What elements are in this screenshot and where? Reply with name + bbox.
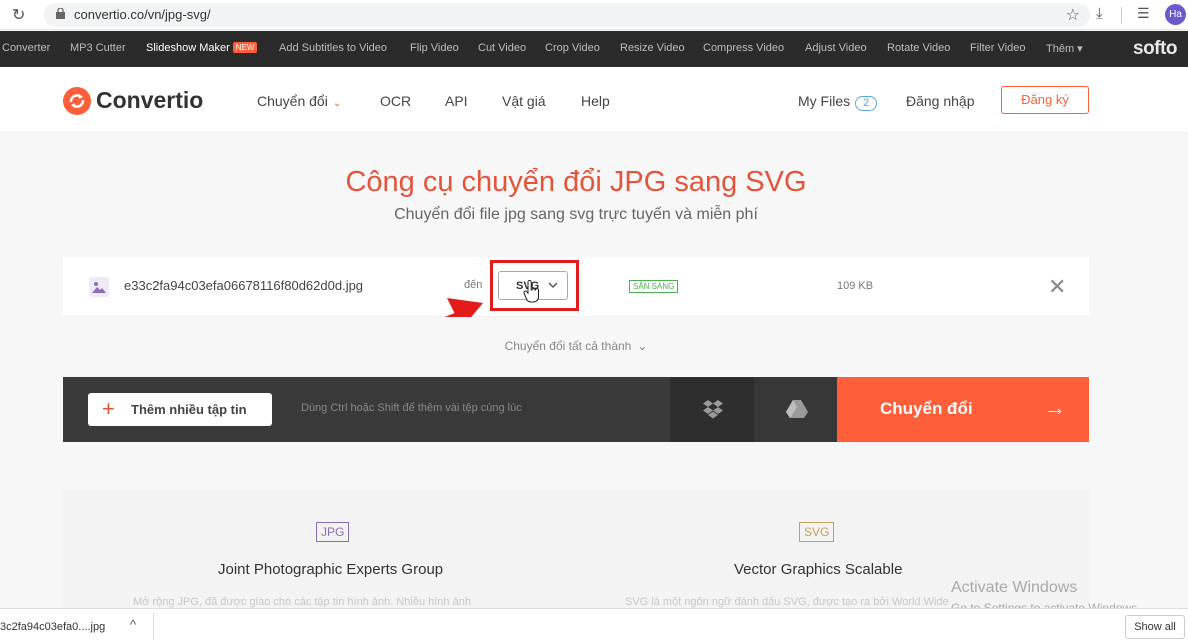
star-icon[interactable]: ☆	[1066, 5, 1080, 25]
download-bar: 3c2fa94c03efa0....jpg ^ Show all	[0, 608, 1188, 643]
softo-item-crop-video[interactable]: Crop Video	[545, 42, 600, 54]
softo-item-compress-video[interactable]: Compress Video	[703, 42, 784, 54]
softo-nav: Converter MP3 Cutter Slideshow Maker NEW …	[0, 31, 1188, 67]
softo-item-flip-video[interactable]: Flip Video	[410, 42, 459, 54]
url-text[interactable]: convertio.co/vn/jpg-svg/	[74, 7, 211, 22]
softo-logo[interactable]: softo	[1133, 38, 1177, 60]
browser-toolbar: ↻ convertio.co/vn/jpg-svg/ ☆ ⤓ ☰ Ha	[0, 0, 1188, 30]
my-files-link[interactable]: My Files 2	[798, 93, 878, 111]
softo-item-resize-video[interactable]: Resize Video	[620, 42, 685, 54]
new-badge: NEW	[232, 42, 258, 53]
softo-item-adjust-video[interactable]: Adjust Video	[805, 42, 867, 54]
download-divider	[153, 613, 154, 640]
nav-convert[interactable]: Chuyển đổi ⌄	[257, 93, 341, 109]
avatar[interactable]: Ha	[1165, 4, 1186, 25]
reload-icon[interactable]: ↻	[12, 5, 25, 25]
chevron-up-icon[interactable]: ^	[130, 617, 136, 632]
hand-cursor-icon	[523, 280, 539, 303]
lock-icon	[56, 8, 65, 19]
my-files-label: My Files	[798, 93, 851, 109]
softo-item-cut-video[interactable]: Cut Video	[478, 42, 526, 54]
nav-convert-label: Chuyển đổi	[257, 93, 328, 109]
jpg-badge: JPG	[316, 522, 350, 542]
chevron-down-icon: ⌄	[332, 98, 342, 109]
dropbox-icon	[703, 400, 723, 419]
add-files-label: Thêm nhiều tập tin	[131, 402, 247, 417]
toolbar-divider	[1121, 7, 1122, 23]
dropbox-button[interactable]	[670, 377, 754, 442]
page-title: Công cụ chuyển đổi JPG sang SVG	[345, 166, 807, 198]
nav-api[interactable]: API	[445, 93, 468, 109]
logo-text[interactable]: Convertio	[96, 87, 203, 114]
activate-windows-title: Activate Windows	[951, 579, 1078, 596]
status-badge: SẴN SÀNG	[629, 280, 679, 293]
softo-item-more[interactable]: Thêm ▾	[1046, 42, 1083, 55]
signup-button[interactable]: Đăng ký	[1001, 86, 1089, 114]
nav-help[interactable]: Help	[581, 93, 610, 109]
action-bar: + Thêm nhiều tập tin Dùng Ctrl hoặc Shif…	[63, 377, 1089, 442]
add-files-button[interactable]: + Thêm nhiều tập tin	[88, 393, 272, 426]
softo-item-filter-video[interactable]: Filter Video	[970, 42, 1025, 54]
page-subtitle: Chuyển đổi file jpg sang svg trực tuyến …	[394, 206, 758, 223]
download-item[interactable]: 3c2fa94c03efa0....jpg	[0, 621, 105, 633]
softo-item-slideshow-maker[interactable]: Slideshow Maker NEW	[146, 42, 258, 54]
nav-ocr[interactable]: OCR	[380, 93, 411, 109]
address-bar[interactable]: convertio.co/vn/jpg-svg/ ☆	[44, 3, 1090, 27]
nav-pricing[interactable]: Vật giá	[502, 93, 546, 109]
convert-button-label: Chuyển đổi	[880, 399, 973, 418]
softo-item-mp3-cutter[interactable]: MP3 Cutter	[70, 42, 126, 54]
convertio-logo-icon[interactable]	[63, 87, 91, 115]
multi-select-hint: Dùng Ctrl hoặc Shift để thêm vài tệp cùn…	[301, 402, 522, 414]
softo-item-slideshow-label: Slideshow Maker	[146, 42, 230, 54]
download-icon[interactable]: ⤓	[1096, 5, 1103, 22]
site-header: Convertio Chuyển đổi ⌄ OCR API Vật giá He…	[0, 67, 1188, 133]
convert-all-row[interactable]: Chuyển đổi tất cả thành ⌄	[63, 317, 1089, 377]
my-files-count: 2	[855, 96, 878, 111]
close-icon[interactable]: ✕	[1048, 274, 1066, 300]
google-drive-icon	[786, 400, 808, 418]
plus-icon: +	[102, 396, 115, 421]
file-size: 109 KB	[837, 280, 874, 292]
convert-button[interactable]: Chuyển đổi →	[837, 377, 1089, 442]
chevron-down-icon: ⌄	[637, 339, 648, 353]
svg-badge: SVG	[799, 522, 835, 542]
svg-title: Vector Graphics Scalable	[734, 561, 903, 578]
login-link[interactable]: Đăng nhập	[906, 93, 975, 109]
queue-icon[interactable]: ☰	[1137, 5, 1150, 22]
svg-description: SVG là một ngôn ngữ đánh dấu SVG, được t…	[625, 596, 949, 608]
show-all-button[interactable]: Show all	[1125, 615, 1185, 639]
google-drive-button[interactable]	[754, 377, 838, 442]
jpg-description: Mở rộng JPG, đã được giao cho các tập ti…	[133, 596, 471, 608]
softo-item-rotate-video[interactable]: Rotate Video	[887, 42, 950, 54]
softo-item-add-subtitles[interactable]: Add Subtitles to Video	[279, 42, 387, 54]
arrow-right-icon: →	[1044, 395, 1066, 420]
softo-item-converter[interactable]: Converter	[2, 42, 50, 54]
image-file-icon	[89, 277, 109, 297]
convert-all-label: Chuyển đổi tất cả thành	[504, 339, 632, 353]
jpg-title: Joint Photographic Experts Group	[218, 561, 444, 578]
